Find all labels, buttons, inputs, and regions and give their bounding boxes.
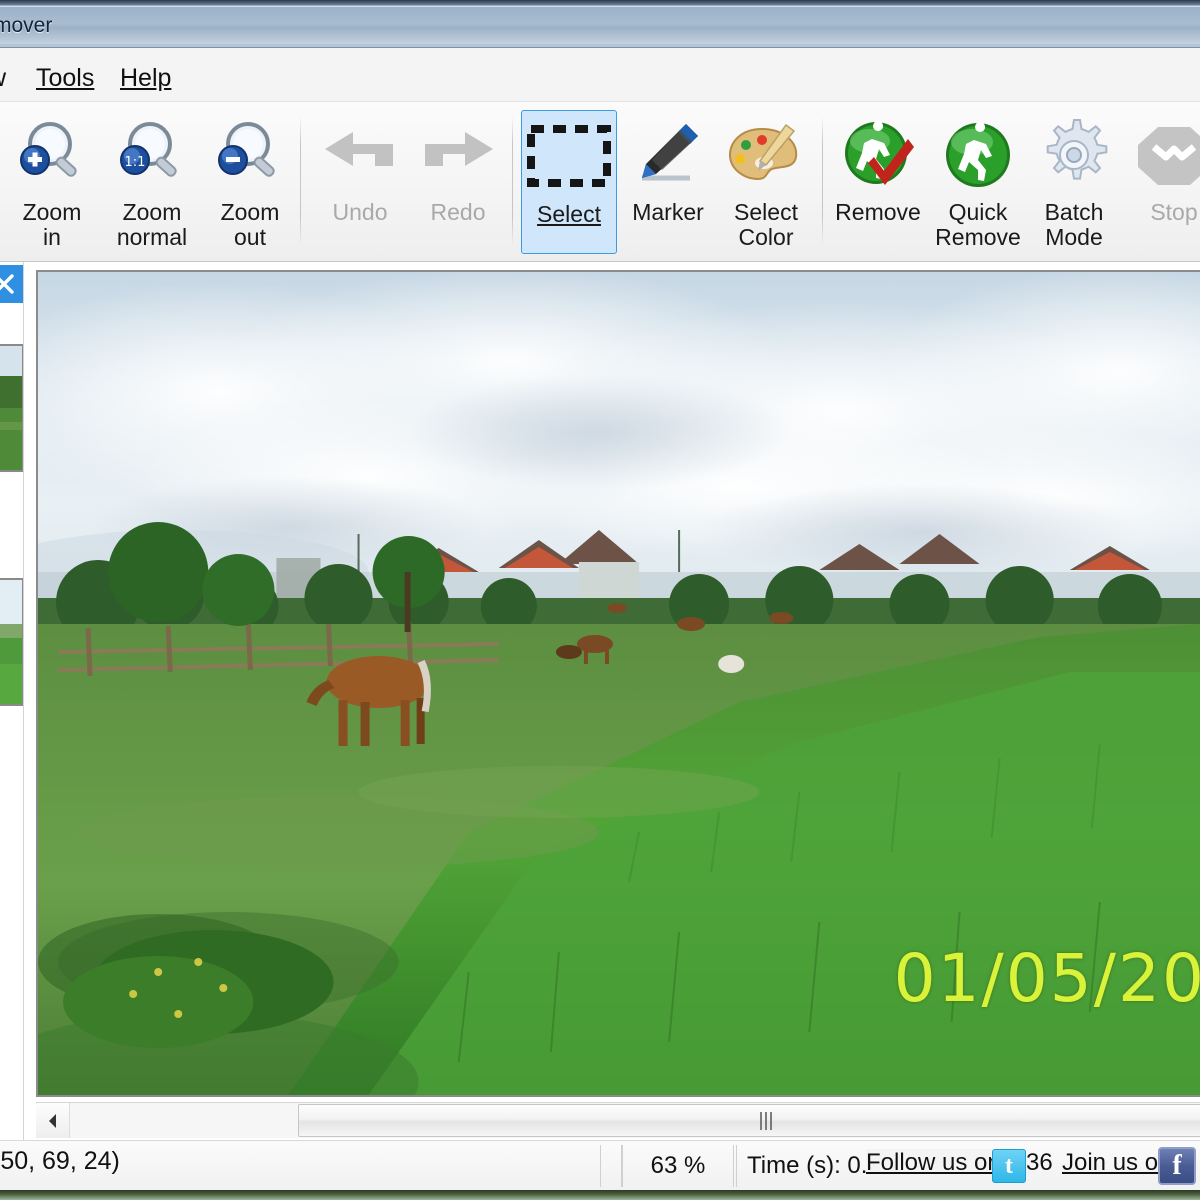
grip-icon: [760, 1112, 773, 1130]
toolbar-button-zoom-normal[interactable]: 1:1 Zoom normal: [104, 108, 200, 256]
close-x-icon[interactable]: [0, 265, 24, 303]
menu-item-tools[interactable]: Tools: [36, 64, 94, 93]
status-cell-spacer: [600, 1145, 622, 1187]
toolbar-button-select-label: Select: [537, 202, 601, 227]
toolbar-button-remove[interactable]: Remove: [830, 108, 926, 256]
desktop-strip: [0, 1190, 1200, 1200]
thumbnail-image-2: [0, 580, 22, 704]
pen-marker-icon: [628, 113, 708, 197]
toolbar-button-redo[interactable]: Redo: [410, 108, 506, 256]
magnifier-11-icon: 1:1: [113, 113, 191, 197]
photo-date-stamp: 01/05/20: [894, 940, 1200, 1017]
menu-item-help-label: Help: [120, 64, 171, 92]
gear-icon: [1033, 113, 1115, 197]
menu-item-tools-label: Tools: [36, 64, 94, 92]
toolbar-separator-3: [822, 116, 823, 246]
list-item[interactable]: [0, 344, 24, 472]
toolbar-button-select-color[interactable]: Select Color: [718, 108, 814, 256]
toolbar-button-zoom-in-label: Zoom in: [23, 200, 82, 250]
follower-count: 36: [1026, 1149, 1053, 1177]
toolbar-button-zoom-out[interactable]: Zoom out: [202, 108, 298, 256]
horizontal-scrollbar[interactable]: [36, 1102, 1200, 1138]
main-toolbar: Zoom in 1:1 Zoom normal: [0, 102, 1200, 262]
stop-octagon-icon: [1132, 113, 1200, 197]
green-runner-icon: [938, 113, 1018, 197]
toolbar-button-zoom-in[interactable]: Zoom in: [4, 108, 100, 256]
scrollbar-thumb[interactable]: [298, 1104, 1200, 1137]
list-item[interactable]: [0, 578, 24, 706]
toolbar-button-undo[interactable]: Undo: [312, 108, 408, 256]
toolbar-separator-1: [300, 116, 301, 246]
svg-text:1:1: 1:1: [125, 155, 146, 170]
toolbar-button-remove-label: Remove: [835, 200, 921, 225]
toolbar-button-quick-remove-label: Quick Remove: [935, 200, 1021, 250]
toolbar-button-quick-remove[interactable]: Quick Remove: [930, 108, 1026, 256]
menu-item-view-label: w: [0, 64, 6, 92]
status-zoom-level: 63 %: [622, 1145, 734, 1187]
status-coordinates: (50, 69, 24): [0, 1147, 120, 1176]
image-canvas[interactable]: 01/05/20: [36, 270, 1200, 1097]
green-runner-check-icon: [838, 113, 918, 197]
toolbar-button-batch-mode[interactable]: Batch Mode: [1026, 108, 1122, 256]
thumbnail-image-1: [0, 346, 22, 470]
application-window: mover w Tools Help: [0, 0, 1200, 1200]
undo-arrow-icon: [319, 113, 401, 197]
window-title: mover: [0, 14, 52, 38]
toolbar-button-select[interactable]: Select: [521, 110, 617, 254]
title-bar-inner: [0, 6, 1200, 44]
toolbar-button-zoom-normal-label: Zoom normal: [117, 200, 187, 250]
toolbar-button-marker[interactable]: Marker: [620, 108, 716, 256]
scrollbar-track[interactable]: [70, 1103, 1200, 1138]
twitter-icon[interactable]: t: [992, 1149, 1026, 1183]
toolbar-button-stop[interactable]: Stop: [1126, 108, 1200, 256]
follow-us-link[interactable]: Follow us on: [866, 1149, 1001, 1177]
toolbar-separator-2: [512, 116, 513, 246]
image-canvas-area: 01/05/20: [25, 262, 1200, 1100]
facebook-icon[interactable]: f: [1158, 1147, 1196, 1185]
toolbar-button-batch-mode-label: Batch Mode: [1045, 200, 1104, 250]
toolbar-button-marker-label: Marker: [632, 200, 704, 225]
marquee-select-icon: [526, 115, 612, 199]
chevron-left-icon[interactable]: [36, 1103, 70, 1138]
menu-bar: w Tools Help: [0, 48, 1200, 102]
magnifier-minus-icon: [211, 113, 289, 197]
menu-item-view[interactable]: w: [0, 64, 6, 93]
thumbnail-sidebar: [0, 262, 24, 1140]
workspace: 01/05/20: [0, 262, 1200, 1140]
palette-icon: [724, 113, 808, 197]
redo-arrow-icon: [417, 113, 499, 197]
toolbar-button-undo-label: Undo: [333, 200, 388, 225]
menu-item-help[interactable]: Help: [120, 64, 171, 93]
toolbar-button-select-color-label: Select Color: [734, 200, 798, 250]
magnifier-plus-icon: [13, 113, 91, 197]
join-us-link[interactable]: Join us on: [1062, 1149, 1171, 1177]
title-bar: mover: [0, 0, 1200, 48]
toolbar-button-stop-label: Stop: [1150, 200, 1197, 225]
toolbar-button-redo-label: Redo: [431, 200, 486, 225]
toolbar-button-zoom-out-label: Zoom out: [221, 200, 280, 250]
status-bar: (50, 69, 24) 63 % Time (s): 0.: Follow u…: [0, 1140, 1200, 1190]
